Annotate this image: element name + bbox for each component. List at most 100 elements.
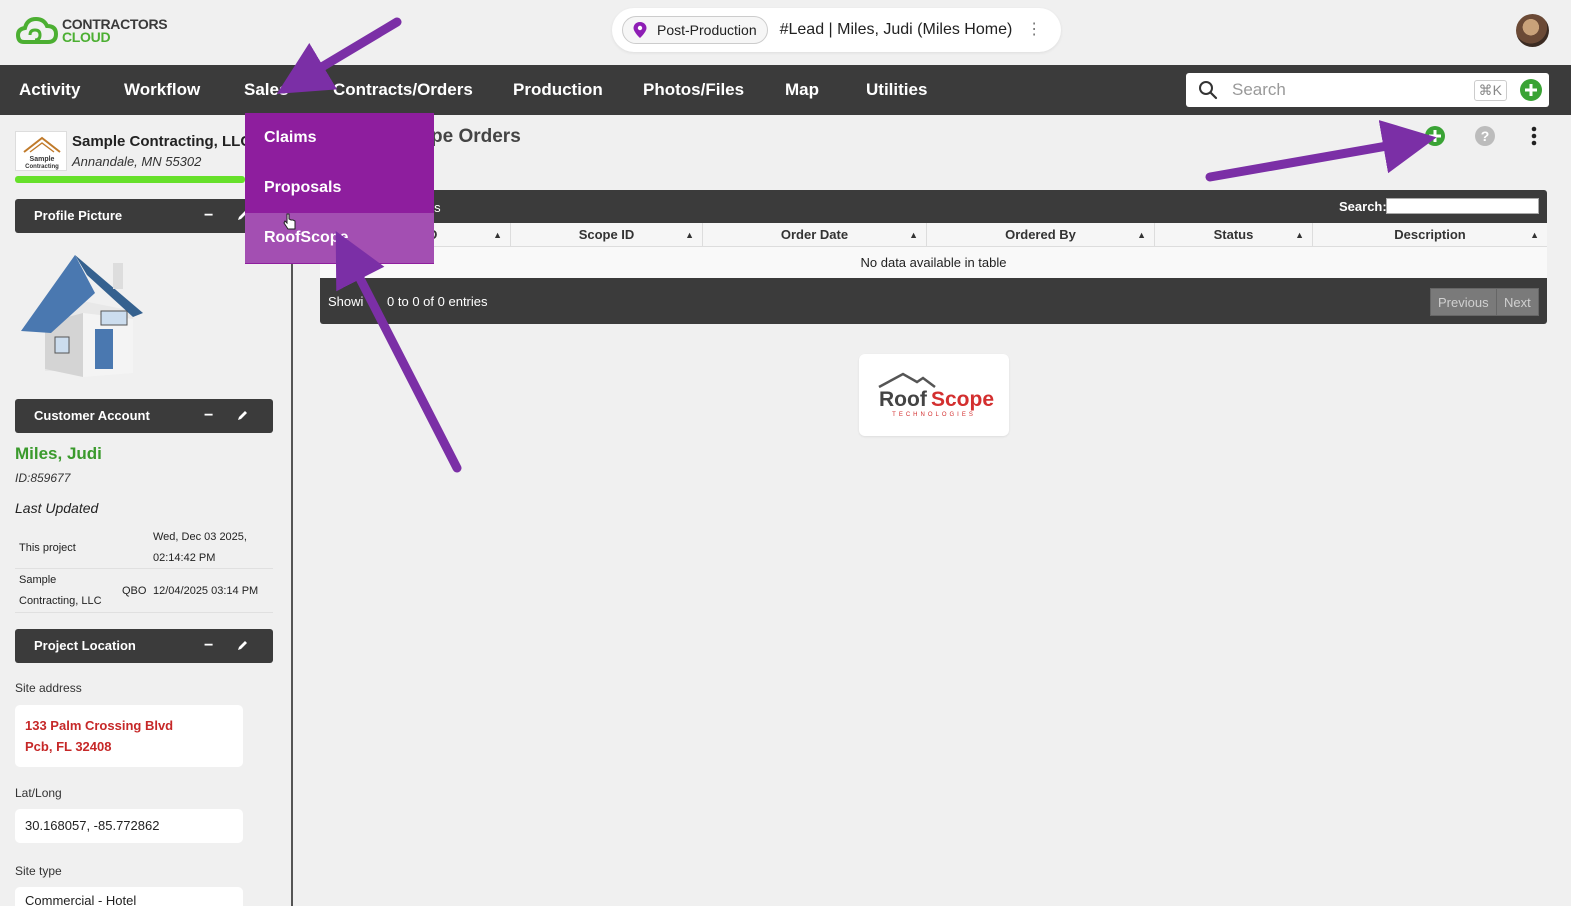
column-header-order-date[interactable]: Order Date ▲	[703, 223, 927, 247]
house-profile-image	[21, 255, 143, 377]
progress-bar	[15, 176, 245, 183]
next-button[interactable]: Next	[1496, 288, 1539, 316]
panel-title: Profile Picture	[34, 208, 123, 223]
column-header-status[interactable]: Status ▲	[1155, 223, 1313, 247]
menu-item-roofscope[interactable]: RoofScope	[245, 213, 434, 263]
logo-line2: CLOUD	[62, 29, 111, 45]
svg-text:?: ?	[1481, 128, 1490, 144]
user-avatar[interactable]	[1516, 14, 1549, 47]
site-type-label: Site type	[15, 864, 62, 878]
site-type-value[interactable]: Commercial - Hotel	[15, 887, 243, 906]
roofscope-logo-mark: Roof Scope TECHNOLOGIES	[878, 372, 994, 418]
site-address-label: Site address	[15, 681, 82, 695]
address-line2: Pcb, FL 32408	[25, 739, 112, 754]
stage-badge[interactable]: Post-Production	[622, 16, 768, 44]
collapse-icon[interactable]: −	[204, 199, 213, 233]
svg-text:Contracting: Contracting	[25, 164, 59, 170]
column-header-label: Scope ID	[578, 227, 635, 242]
column-header-label: Ordered By	[1005, 227, 1076, 242]
sort-up-icon: ▲	[493, 230, 502, 240]
panel-title: Project Location	[34, 638, 136, 653]
row-value: 02:14:42 PM	[153, 552, 216, 564]
contractors-cloud-logo[interactable]: CONTRACTORS CLOUD	[16, 14, 168, 48]
roofscope-orders-table: ies Search: D ▲ Scope ID ▲ Order Date ▲ …	[320, 190, 1547, 324]
row-value: 12/04/2025 03:14 PM	[153, 585, 259, 597]
roofscope-word2: Scope	[931, 388, 994, 411]
address-line1: 133 Palm Crossing Blvd	[25, 718, 174, 733]
table-footer: Showi 0 to 0 of 0 entries Previous Next	[320, 278, 1547, 324]
collapse-icon[interactable]: −	[204, 629, 213, 663]
panel-profile-picture[interactable]: Profile Picture −	[15, 199, 273, 233]
menu-item-proposals[interactable]: Proposals	[245, 163, 434, 213]
company-name: Sample Contracting, LLC	[72, 133, 252, 150]
nav-utilities[interactable]: Utilities	[866, 65, 927, 115]
nav-activity[interactable]: Activity	[19, 65, 80, 115]
nav-sales[interactable]: Sales	[244, 65, 288, 115]
site-address-value[interactable]: 133 Palm Crossing Blvd Pcb, FL 32408	[15, 705, 243, 767]
cloud-logo-icon	[16, 16, 58, 44]
page-title-text: pe Orders	[431, 126, 521, 147]
project-menu-icon[interactable]: ⋮	[1026, 22, 1042, 38]
sort-up-icon: ▲	[1295, 230, 1304, 240]
project-header-pill: Post-Production #Lead | Miles, Judi (Mil…	[612, 8, 1061, 52]
table-info-right: 0 to 0 of 0 entries	[387, 294, 488, 309]
quick-add-icon[interactable]	[1519, 78, 1543, 102]
lead-title: #Lead | Miles, Judi (Miles Home)	[779, 21, 1013, 38]
column-header-label: Order Date	[780, 227, 849, 242]
latlong-label: Lat/Long	[15, 786, 62, 800]
column-header-label: Description	[1394, 227, 1466, 242]
top-header: CONTRACTORS CLOUD Post-Production #Lead …	[0, 0, 1571, 65]
last-updated-heading: Last Updated	[15, 500, 99, 516]
row-source: QBO	[122, 585, 147, 597]
hand-cursor-icon	[283, 213, 296, 230]
row-label: Contracting, LLC	[19, 595, 102, 607]
more-options-icon[interactable]	[1527, 125, 1541, 147]
main-nav: Activity Workflow Sales Contracts/Orders…	[0, 65, 1571, 115]
previous-button[interactable]: Previous	[1430, 288, 1497, 316]
nav-contracts-orders[interactable]: Contracts/Orders	[333, 65, 473, 115]
search-input[interactable]	[1232, 80, 1474, 100]
table-row: This project Wed, Dec 03 2025, 02:14:42 …	[15, 527, 273, 569]
arrow-to-add-button	[1205, 120, 1437, 182]
table-row: Sample Contracting, LLC QBO 12/04/2025 0…	[15, 569, 273, 613]
column-header-scope-id[interactable]: Scope ID ▲	[511, 223, 703, 247]
panel-project-location[interactable]: Project Location −	[15, 629, 273, 663]
column-header-ordered-by[interactable]: Ordered By ▲	[927, 223, 1155, 247]
collapse-icon[interactable]: −	[204, 399, 213, 433]
empty-table-message: No data available in table	[320, 247, 1547, 278]
stage-label: Post-Production	[657, 22, 757, 38]
search-icon	[1199, 81, 1218, 100]
roofscope-sub: TECHNOLOGIES	[892, 412, 976, 418]
svg-text:Sample: Sample	[30, 156, 55, 163]
company-logo: Sample Contracting	[15, 131, 67, 171]
nav-workflow[interactable]: Workflow	[124, 65, 200, 115]
sort-up-icon: ▲	[1137, 230, 1146, 240]
roofscope-logo: Roof Scope TECHNOLOGIES	[859, 354, 1009, 436]
roofscope-word1: Roof	[879, 388, 928, 411]
row-label: Sample	[19, 574, 57, 586]
table-info-left: Showi	[328, 294, 364, 309]
row-label: This project	[19, 542, 76, 554]
panel-customer-account[interactable]: Customer Account −	[15, 399, 273, 433]
latlong-value: 30.168057, -85.772862	[15, 809, 243, 843]
nav-production[interactable]: Production	[513, 65, 603, 115]
help-icon[interactable]: ?	[1474, 125, 1496, 147]
table-toolbar: ies Search:	[320, 190, 1547, 223]
row-value: Wed, Dec 03 2025,	[153, 531, 247, 543]
table-search-input[interactable]	[1386, 198, 1539, 214]
edit-icon[interactable]	[236, 409, 249, 422]
sort-up-icon: ▲	[685, 230, 694, 240]
customer-name-link[interactable]: Miles, Judi	[15, 444, 102, 464]
nav-photos-files[interactable]: Photos/Files	[643, 65, 744, 115]
company-roof-icon: Sample Contracting	[23, 136, 61, 170]
add-order-icon[interactable]	[1424, 125, 1446, 147]
sort-up-icon: ▲	[909, 230, 918, 240]
nav-map[interactable]: Map	[785, 65, 819, 115]
column-header-description[interactable]: Description ▲	[1313, 223, 1547, 247]
menu-item-claims[interactable]: Claims	[245, 113, 434, 163]
sort-up-icon: ▲	[1530, 230, 1539, 240]
global-search: ⌘K	[1186, 73, 1549, 107]
edit-icon[interactable]	[236, 639, 249, 652]
sales-dropdown-menu: Claims Proposals RoofScope	[245, 113, 434, 264]
panel-title: Customer Account	[34, 408, 150, 423]
